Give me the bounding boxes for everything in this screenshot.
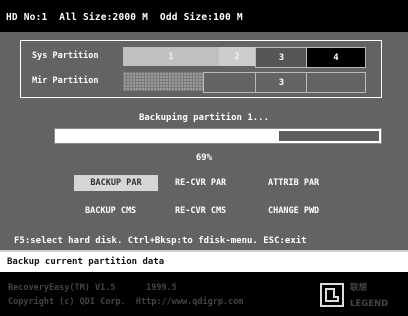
disk-info: HD No:1 All Size:2000 M Odd Size:100 M (6, 12, 243, 23)
progress-track (57, 131, 379, 141)
mir-partition-1[interactable] (123, 72, 203, 91)
sys-partition-4[interactable]: 4 (306, 47, 366, 68)
sys-partition-1[interactable]: 1 (123, 47, 219, 66)
mir-partition-label: Mir Partition (32, 76, 99, 86)
mir-partition-2[interactable] (203, 72, 257, 93)
copyright: Copyright (c) QDI Corp. Http://www.qdigr… (8, 297, 244, 307)
progress-fill (57, 131, 280, 141)
sys-partition-3-label: 3 (278, 53, 285, 63)
progress-percent: 69% (195, 153, 213, 163)
attrib-partition-button[interactable]: ATTRIB PAR (268, 179, 319, 188)
help-text: F5:select hard disk. Ctrl+Bksp:to fdisk-… (14, 236, 307, 246)
sys-partition-3[interactable]: 3 (255, 47, 308, 68)
product-version: RecoveryEasy(TM) V1.5 1999.5 (8, 283, 177, 293)
main-panel: Sys Partition Mir Partition 1 2 3 4 3 Ba… (0, 32, 408, 250)
sys-partition-label: Sys Partition (32, 51, 99, 61)
status-message: Backup current partition data (7, 257, 165, 267)
sys-partition-2[interactable]: 2 (219, 47, 255, 66)
sys-partition-2-label: 2 (234, 52, 240, 62)
legend-logo: 联想 LEGEND (320, 283, 404, 309)
backup-cmos-button[interactable]: BACKUP CMS (85, 207, 136, 216)
mir-partition-4[interactable] (306, 72, 366, 93)
mir-partition-3[interactable]: 3 (255, 72, 308, 93)
logo-chinese: 联想 (350, 283, 368, 293)
partition-map: Sys Partition Mir Partition 1 2 3 4 3 (20, 40, 382, 98)
change-password-button[interactable]: CHANGE PWD (268, 207, 319, 216)
footer: RecoveryEasy(TM) V1.5 1999.5 Copyright (… (0, 272, 408, 316)
recover-cmos-button[interactable]: RE-CVR CMS (175, 207, 226, 216)
status-bar: Backup current partition data (0, 252, 408, 272)
logo-english: LEGEND (350, 299, 389, 309)
recover-partition-button[interactable]: RE-CVR PAR (175, 179, 226, 188)
header-bar: HD No:1 All Size:2000 M Odd Size:100 M (0, 0, 408, 32)
backup-partition-button[interactable]: BACKUP PAR (74, 175, 158, 191)
progress-bar (54, 128, 382, 144)
sys-partition-4-label: 4 (333, 53, 339, 63)
sys-partition-1-label: 1 (168, 52, 174, 62)
logo-mark-icon (320, 283, 344, 307)
backup-partition-label: BACKUP PAR (90, 178, 142, 188)
progress-status: Backuping partition 1... (138, 113, 270, 123)
mir-partition-3-label: 3 (278, 78, 285, 88)
